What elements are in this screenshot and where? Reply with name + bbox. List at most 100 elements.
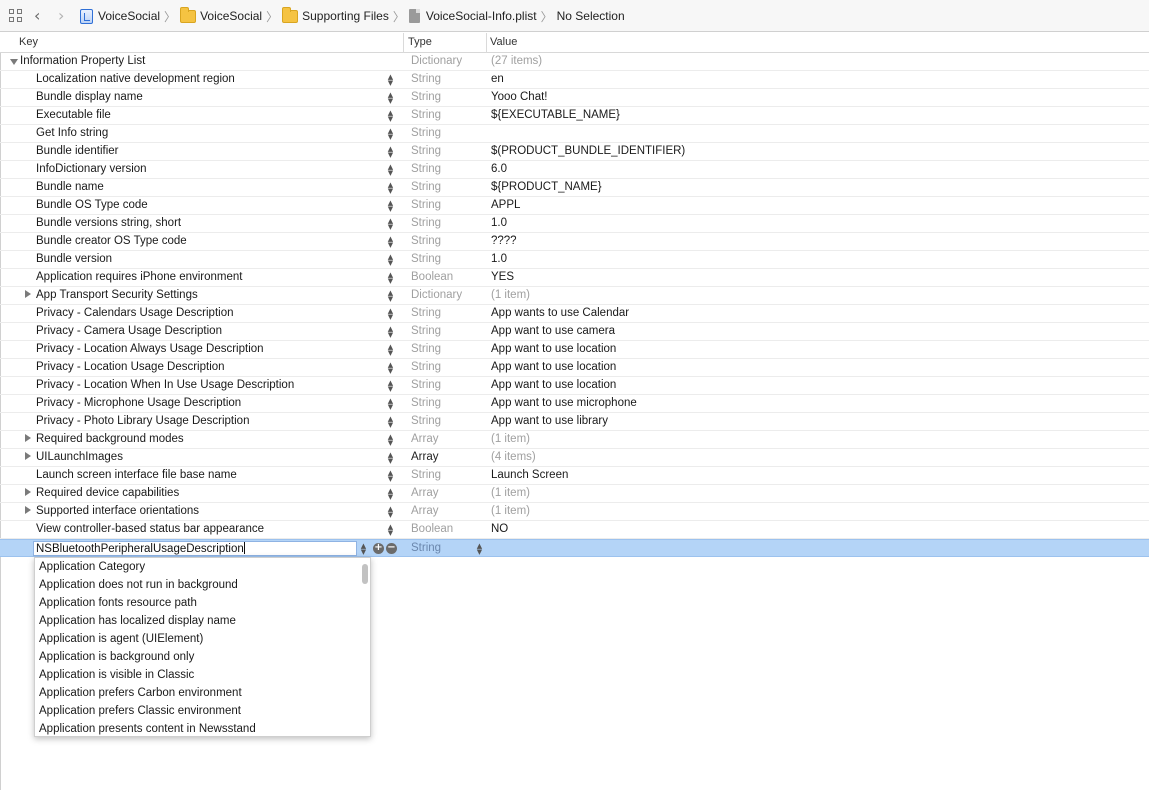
row-type[interactable]: String [411, 145, 441, 157]
column-header-value[interactable]: Value [490, 36, 517, 48]
column-divider[interactable] [486, 33, 487, 53]
key-stepper-icon[interactable]: ▲ ▼ [387, 290, 394, 303]
table-row[interactable]: Privacy - Photo Library Usage Descriptio… [0, 413, 1149, 431]
row-type[interactable]: Array [411, 505, 438, 517]
table-row[interactable]: Bundle version ▲ ▼ String 1.0 [0, 251, 1149, 269]
row-type[interactable]: String [411, 325, 441, 337]
key-stepper-icon[interactable]: ▲ ▼ [387, 218, 394, 231]
row-value[interactable]: 1.0 [491, 217, 507, 229]
row-value[interactable]: (1 item) [491, 487, 530, 499]
suggestion-item[interactable]: Application has localized display name [35, 612, 370, 630]
disclosure-triangle-icon[interactable] [25, 488, 31, 496]
row-value[interactable]: ${EXECUTABLE_NAME} [491, 109, 620, 121]
key-stepper-icon[interactable]: ▲ ▼ [387, 416, 394, 429]
row-type[interactable]: String [411, 469, 441, 481]
table-row[interactable]: Privacy - Calendars Usage Description ▲ ▼ S… [0, 305, 1149, 323]
forward-arrow-icon[interactable]: › [58, 7, 64, 25]
row-type[interactable]: String [411, 397, 441, 409]
row-value[interactable]: en [491, 73, 504, 85]
row-value[interactable]: App want to use location [491, 343, 616, 355]
table-row[interactable]: Supported interface orientations ▲ ▼ Array (… [0, 503, 1149, 521]
row-type[interactable]: String [411, 307, 441, 319]
key-stepper-icon[interactable]: ▲ ▼ [387, 362, 394, 375]
row-value[interactable]: (1 item) [491, 289, 530, 301]
key-stepper-icon[interactable]: ▲ ▼ [387, 470, 394, 483]
table-row[interactable]: Privacy - Location Usage Description ▲ ▼ St… [0, 359, 1149, 377]
table-row[interactable]: Executable file ▲ ▼ String ${EXECUTABLE_NAME… [0, 107, 1149, 125]
table-row[interactable]: Bundle identifier ▲ ▼ String $(PRODUCT_BUNDL… [0, 143, 1149, 161]
row-type[interactable]: String [411, 73, 441, 85]
row-type[interactable]: Array [411, 487, 438, 499]
table-row[interactable]: Required device capabilities ▲ ▼ Array (1 it… [0, 485, 1149, 503]
disclosure-triangle-open-icon[interactable] [10, 59, 18, 65]
table-row[interactable]: Bundle OS Type code ▲ ▼ String APPL [0, 197, 1149, 215]
key-edit-field[interactable]: NSBluetoothPeripheralUsageDescription [33, 541, 357, 556]
suggestion-item[interactable]: Application presents content in Newsstan… [35, 720, 370, 736]
key-stepper-icon[interactable]: ▲ ▼ [387, 92, 394, 105]
suggestion-item[interactable]: Application is visible in Classic [35, 666, 370, 684]
row-type[interactable]: String [411, 415, 441, 427]
key-stepper-icon[interactable]: ▲ ▼ [387, 128, 394, 141]
key-stepper-icon[interactable]: ▲ ▼ [387, 254, 394, 267]
table-row[interactable]: InfoDictionary version ▲ ▼ String 6.0 [0, 161, 1149, 179]
row-type[interactable]: Array [411, 433, 438, 445]
back-arrow-icon[interactable]: ‹ [34, 7, 40, 25]
breadcrumb-item-group[interactable]: VoiceSocial 〉 [180, 6, 282, 25]
row-value[interactable]: App want to use location [491, 379, 616, 391]
table-row[interactable]: Privacy - Location When In Use Usage Des… [0, 377, 1149, 395]
disclosure-triangle-icon[interactable] [25, 290, 31, 298]
key-stepper-icon[interactable]: ▲ ▼ [387, 146, 394, 159]
key-stepper-icon[interactable]: ▲ ▼ [387, 452, 394, 465]
row-type[interactable]: String [411, 542, 441, 554]
row-type[interactable]: Boolean [411, 523, 453, 535]
row-value[interactable]: YES [491, 271, 514, 283]
table-row[interactable]: View controller-based status bar appeara… [0, 521, 1149, 539]
key-stepper-icon[interactable]: ▲ ▼ [387, 200, 394, 213]
row-type[interactable]: Dictionary [411, 289, 462, 301]
table-row[interactable]: Launch screen interface file base name ▲ ▼… [0, 467, 1149, 485]
row-value[interactable]: ${PRODUCT_NAME} [491, 181, 602, 193]
row-value[interactable]: App want to use location [491, 361, 616, 373]
suggestion-item[interactable]: Application prefers Carbon environment [35, 684, 370, 702]
key-stepper-icon[interactable]: ▲ ▼ [387, 344, 394, 357]
row-type[interactable]: Boolean [411, 271, 453, 283]
key-stepper-icon[interactable]: ▲ ▼ [387, 506, 394, 519]
row-type[interactable]: String [411, 163, 441, 175]
remove-row-icon[interactable]: − [386, 543, 397, 554]
suggestion-item[interactable]: Application is background only [35, 648, 370, 666]
key-stepper-icon[interactable]: ▲ ▼ [387, 434, 394, 447]
row-value[interactable]: (1 item) [491, 505, 530, 517]
table-row[interactable]: UILaunchImages ▲ ▼ Array (4 items) [0, 449, 1149, 467]
breadcrumb-item-file[interactable]: VoiceSocial-Info.plist 〉 [408, 8, 557, 25]
table-row[interactable]: Application requires iPhone environment ▲… [0, 269, 1149, 287]
key-stepper-icon[interactable]: ▲ ▼ [387, 74, 394, 87]
row-type[interactable]: String [411, 127, 441, 139]
table-row[interactable]: App Transport Security Settings ▲ ▼ Diction… [0, 287, 1149, 305]
key-stepper-icon[interactable]: ▲ ▼ [387, 398, 394, 411]
row-value[interactable]: 6.0 [491, 163, 507, 175]
disclosure-triangle-icon[interactable] [25, 452, 31, 460]
disclosure-triangle-icon[interactable] [25, 506, 31, 514]
key-stepper-icon[interactable]: ▲ ▼ [387, 236, 394, 249]
row-value[interactable]: APPL [491, 199, 520, 211]
suggestion-item[interactable]: Application fonts resource path [35, 594, 370, 612]
table-row[interactable]: Bundle creator OS Type code ▲ ▼ String???? [0, 233, 1149, 251]
row-value[interactable]: Launch Screen [491, 469, 568, 481]
key-stepper-icon[interactable]: ▲ ▼ [360, 543, 367, 556]
key-stepper-icon[interactable]: ▲ ▼ [387, 182, 394, 195]
row-value[interactable]: App want to use microphone [491, 397, 637, 409]
table-row[interactable]: Required background modes ▲ ▼ Array (1 item) [0, 431, 1149, 449]
table-row[interactable]: Get Info string ▲ ▼ String [0, 125, 1149, 143]
table-row[interactable]: Privacy - Camera Usage Description ▲ ▼ Stri… [0, 323, 1149, 341]
row-type[interactable]: String [411, 217, 441, 229]
row-type[interactable]: String [411, 379, 441, 391]
row-type[interactable]: String [411, 199, 441, 211]
column-header-key[interactable]: Key [19, 36, 38, 48]
key-stepper-icon[interactable]: ▲ ▼ [387, 488, 394, 501]
table-row[interactable]: Bundle versions string, short ▲ ▼ String 1.0 [0, 215, 1149, 233]
row-value[interactable]: Yooo Chat! [491, 91, 547, 103]
disclosure-triangle-icon[interactable] [25, 434, 31, 442]
row-type[interactable]: String [411, 253, 441, 265]
row-value[interactable]: App want to use camera [491, 325, 615, 337]
add-row-icon[interactable]: + [373, 543, 384, 554]
